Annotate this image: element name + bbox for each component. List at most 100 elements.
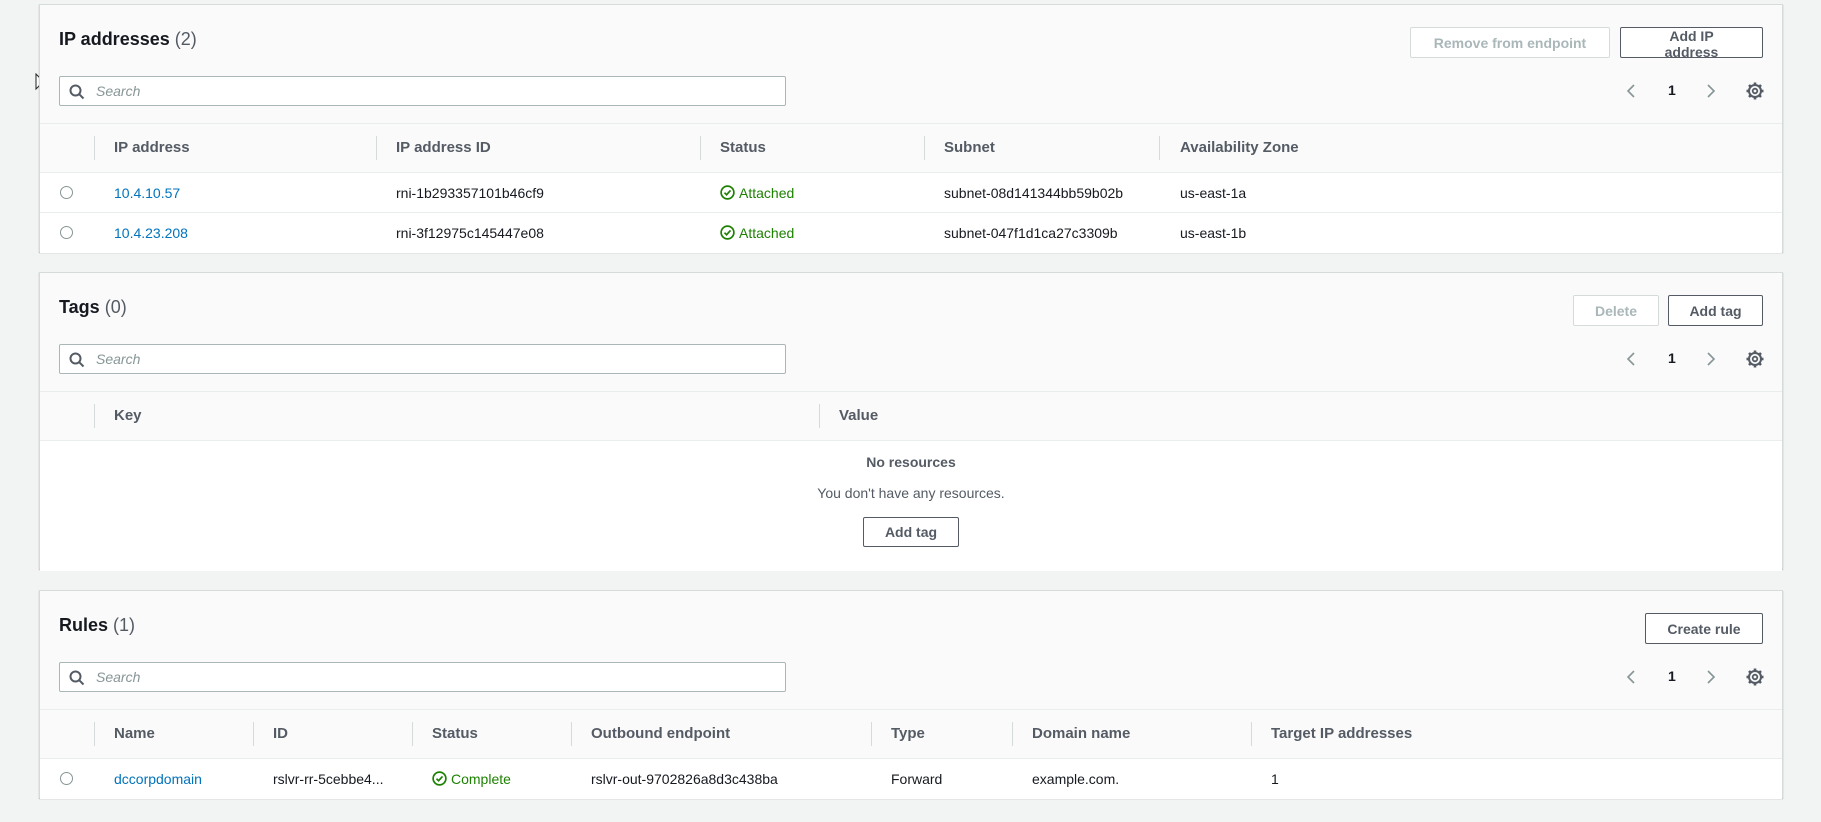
column-divider [376, 136, 377, 160]
column-divider [571, 722, 572, 746]
rules-header: Rules (1) Create rule 1 [40, 591, 1782, 709]
column-divider [1159, 136, 1160, 160]
column-divider [1251, 722, 1252, 746]
column-header-key[interactable]: Key [114, 392, 142, 440]
column-header-outbound-endpoint[interactable]: Outbound endpoint [591, 710, 730, 758]
rules-table-header: Name ID Status Outbound endpoint Type Do… [40, 709, 1782, 759]
table-row[interactable]: 10.4.23.208 rni-3f12975c145447e08 Attach… [40, 213, 1782, 253]
ip-address-link[interactable]: 10.4.23.208 [114, 213, 188, 253]
rules-search-box [59, 662, 786, 692]
status-text: Attached [739, 225, 795, 241]
tags-panel: Tags (0) Delete Add tag 1 Key Value No r… [39, 272, 1783, 571]
add-ip-address-button[interactable]: Add IP address [1620, 27, 1763, 60]
chevron-left-icon[interactable] [1622, 349, 1642, 369]
status-text: Complete [451, 771, 511, 787]
tags-count: (0) [104, 297, 127, 317]
status-cell: Attached [720, 173, 794, 213]
column-header-status[interactable]: Status [720, 124, 766, 172]
ip-addresses-header: IP addresses (2) Remove from endpoint Ad… [40, 5, 1782, 123]
column-divider [819, 404, 820, 428]
delete-tag-button[interactable]: Delete [1573, 295, 1659, 326]
empty-state-title: No resources [866, 454, 956, 470]
column-header-target-ip-addresses[interactable]: Target IP addresses [1271, 710, 1412, 758]
gear-icon[interactable] [1745, 667, 1765, 687]
domain-name: example.com. [1032, 771, 1120, 787]
row-select-radio[interactable] [60, 226, 73, 239]
create-rule-button[interactable]: Create rule [1645, 613, 1763, 644]
column-divider [253, 722, 254, 746]
row-select-radio[interactable] [60, 186, 73, 199]
column-header-ip-address[interactable]: IP address [114, 124, 190, 172]
rules-title: Rules (1) [59, 615, 135, 636]
column-header-domain-name[interactable]: Domain name [1032, 710, 1130, 758]
check-circle-icon [720, 225, 735, 240]
check-circle-icon [720, 185, 735, 200]
ip-search-input[interactable] [94, 77, 774, 105]
column-header-subnet[interactable]: Subnet [944, 124, 995, 172]
column-header-ip-address-id[interactable]: IP address ID [396, 124, 491, 172]
column-divider [412, 722, 413, 746]
column-divider [871, 722, 872, 746]
subnet-id: subnet-08d141344bb59b02b [944, 185, 1124, 201]
rule-id: rslvr-rr-5cebbe4... [273, 771, 384, 787]
rules-page-number[interactable]: 1 [1668, 668, 1676, 684]
tags-title: Tags (0) [59, 297, 127, 318]
chevron-left-icon[interactable] [1622, 667, 1642, 687]
ip-addresses-title-text: IP addresses [59, 29, 170, 49]
status-cell: Attached [720, 213, 794, 253]
chevron-right-icon[interactable] [1700, 667, 1720, 687]
chevron-right-icon[interactable] [1700, 81, 1720, 101]
tags-page-number[interactable]: 1 [1668, 350, 1676, 366]
column-divider [700, 136, 701, 160]
tags-pagination: 1 [1622, 344, 1782, 374]
chevron-left-icon[interactable] [1622, 81, 1642, 101]
column-divider [94, 404, 95, 428]
column-header-id[interactable]: ID [273, 710, 288, 758]
search-icon [69, 670, 85, 686]
empty-add-tag-button[interactable]: Add tag [863, 517, 959, 547]
empty-state-text: You don't have any resources. [817, 485, 1005, 501]
status-text: Attached [739, 185, 795, 201]
add-tag-button[interactable]: Add tag [1668, 295, 1763, 326]
ip-pagination: 1 [1622, 76, 1782, 106]
ip-page-number[interactable]: 1 [1668, 82, 1676, 98]
table-row[interactable]: 10.4.10.57 rni-1b293357101b46cf9 Attache… [40, 173, 1782, 213]
target-ip-count: 1 [1271, 771, 1279, 787]
gear-icon[interactable] [1745, 349, 1765, 369]
remove-from-endpoint-button[interactable]: Remove from endpoint [1410, 27, 1610, 58]
rules-pagination: 1 [1622, 662, 1782, 692]
gear-icon[interactable] [1745, 81, 1765, 101]
column-divider [924, 136, 925, 160]
column-header-status[interactable]: Status [432, 710, 478, 758]
rules-panel: Rules (1) Create rule 1 Name ID Status O… [39, 590, 1783, 799]
tags-header: Tags (0) Delete Add tag 1 [40, 273, 1782, 391]
column-header-name[interactable]: Name [114, 710, 155, 758]
column-divider [1012, 722, 1013, 746]
column-divider [94, 722, 95, 746]
status-cell: Complete [432, 759, 511, 799]
table-row[interactable]: dccorpdomain rslvr-rr-5cebbe4... Complet… [40, 759, 1782, 799]
ip-address-link[interactable]: 10.4.10.57 [114, 173, 180, 213]
column-header-value[interactable]: Value [839, 392, 878, 440]
rules-search-input[interactable] [94, 663, 774, 691]
search-icon [69, 352, 85, 368]
availability-zone: us-east-1b [1180, 225, 1247, 241]
outbound-endpoint: rslvr-out-9702826a8d3c438ba [591, 771, 778, 787]
rule-type: Forward [891, 771, 943, 787]
tags-title-text: Tags [59, 297, 100, 317]
tags-search-box [59, 344, 786, 374]
ip-addresses-count: (2) [174, 29, 197, 49]
tags-search-input[interactable] [94, 345, 774, 373]
ip-table-header: IP address IP address ID Status Subnet A… [40, 123, 1782, 173]
column-header-type[interactable]: Type [891, 710, 925, 758]
availability-zone: us-east-1a [1180, 185, 1247, 201]
column-header-availability-zone[interactable]: Availability Zone [1180, 124, 1299, 172]
subnet-id: subnet-047f1d1ca27c3309b [944, 225, 1118, 241]
tags-table-header: Key Value [40, 391, 1782, 441]
ip-address-id: rni-1b293357101b46cf9 [396, 185, 544, 201]
rule-name-link[interactable]: dccorpdomain [114, 759, 202, 799]
row-select-radio[interactable] [60, 772, 73, 785]
chevron-right-icon[interactable] [1700, 349, 1720, 369]
ip-addresses-panel: IP addresses (2) Remove from endpoint Ad… [39, 4, 1783, 253]
ip-address-id: rni-3f12975c145447e08 [396, 225, 544, 241]
